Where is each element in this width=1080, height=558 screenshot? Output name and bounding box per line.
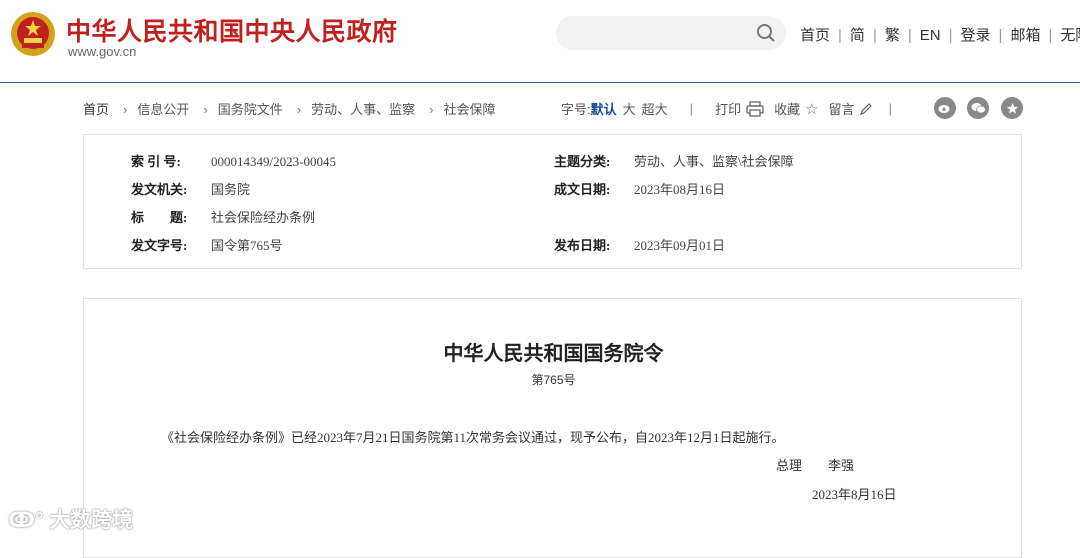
watermark-logo-icon: ↂ° (8, 509, 44, 532)
meta-issuer-label: 发文机关: (131, 182, 188, 197)
breadcrumb-info[interactable]: 信息公开 (137, 102, 189, 117)
page-tools: 字号: 默认 大 超大 | 打印 收藏 ☆ 留言 | (561, 99, 892, 118)
document-paragraph: 《社会保险经办条例》已经2023年7月21日国务院第11次常务会议通过，现予公布… (161, 430, 785, 445)
nav-traditional[interactable]: 繁 (885, 27, 900, 44)
nav-english[interactable]: EN (920, 27, 941, 44)
nav-separator: | (838, 27, 842, 44)
weibo-icon (938, 105, 950, 113)
signer-title: 总理 (776, 458, 803, 473)
nav-login[interactable]: 登录 (961, 27, 991, 44)
wechat-icon (971, 103, 986, 114)
meta-written-date: 成文日期: 2023年08月16日 (554, 179, 725, 198)
favorite-share-icon[interactable] (1001, 97, 1023, 119)
signer-name: 李强 (828, 458, 855, 473)
document-heading: 中华人民共和国国务院令 (443, 343, 664, 365)
national-emblem-icon[interactable] (10, 11, 56, 57)
document-body: 中华人民共和国国务院令 第765号 《社会保险经办条例》已经2023年7月21日… (83, 298, 1022, 558)
top-nav: 首页 | 简 | 繁 | EN | 登录 | 邮箱 | 无障 (800, 24, 1080, 45)
chevron-right-icon: › (429, 102, 434, 117)
tool-separator: | (888, 101, 892, 116)
nav-home[interactable]: 首页 (800, 27, 830, 44)
search-input[interactable] (556, 16, 786, 50)
chevron-right-icon: › (123, 102, 128, 117)
meta-topic: 主题分类: 劳动、人事、监察\社会保障 (554, 151, 794, 170)
wechat-share-icon[interactable] (967, 97, 989, 119)
meta-published-value: 2023年09月01日 (634, 238, 726, 253)
site-url: www.gov.cn (68, 44, 137, 59)
nav-separator: | (998, 27, 1003, 44)
nav-accessibility[interactable]: 无障 (1060, 27, 1080, 44)
meta-written-label: 成文日期: (554, 182, 611, 197)
meta-docno: 发文字号: 国令第765号 (131, 235, 283, 254)
document-signature: 总理 李强 (776, 455, 854, 474)
font-large-button[interactable]: 大 (623, 99, 636, 118)
chevron-right-icon: › (296, 102, 302, 117)
breadcrumb-labor[interactable]: 劳动、人事、监察 (311, 102, 415, 117)
breadcrumb: 首页 › 信息公开 › 国务院文件 › 劳动、人事、监察 › 社会保障 (83, 99, 495, 118)
breadcrumb-home[interactable]: 首页 (83, 102, 109, 117)
meta-published-date: 发布日期: 2023年09月01日 (554, 235, 725, 254)
nav-separator: | (872, 27, 877, 44)
document-number: 第765号 (531, 373, 576, 387)
weibo-share-icon[interactable] (934, 97, 956, 119)
star-icon[interactable]: ☆ (805, 100, 818, 118)
breadcrumb-social[interactable]: 社会保障 (443, 102, 495, 117)
meta-title-label: 标 题: (131, 210, 188, 225)
nav-separator: | (907, 27, 912, 44)
printer-icon[interactable] (746, 100, 764, 117)
meta-published-label: 发布日期: (554, 238, 611, 253)
nav-separator: | (1048, 27, 1053, 44)
header-divider (0, 82, 1080, 83)
nav-simplified[interactable]: 简 (850, 27, 865, 44)
breadcrumb-docs[interactable]: 国务院文件 (218, 102, 283, 117)
meta-title: 标 题: 社会保险经办条例 (131, 207, 315, 226)
meta-issuer-value: 国务院 (211, 182, 251, 197)
font-size-label: 字号: (561, 102, 591, 117)
meta-index: 索 引 号: 000014349/2023-00045 (131, 151, 336, 170)
meta-title-value: 社会保险经办条例 (211, 210, 316, 225)
meta-issuer: 发文机关: 国务院 (131, 179, 250, 198)
nav-mail[interactable]: 邮箱 (1010, 27, 1040, 44)
meta-index-value: 000014349/2023-00045 (211, 154, 336, 169)
meta-topic-value: 劳动、人事、监察\社会保障 (634, 154, 794, 169)
favorite-button[interactable]: 收藏 (774, 99, 800, 118)
font-xlarge-button[interactable]: 超大 (642, 99, 668, 118)
pencil-icon[interactable] (859, 102, 873, 116)
meta-written-value: 2023年08月16日 (634, 182, 726, 197)
meta-index-label: 索 引 号: (131, 154, 181, 169)
search-icon[interactable] (756, 23, 776, 43)
site-title[interactable]: 中华人民共和国中央人民政府 (66, 12, 398, 48)
document-meta: 索 引 号: 000014349/2023-00045 主题分类: 劳动、人事、监察… (83, 134, 1022, 269)
print-button[interactable]: 打印 (715, 99, 741, 118)
meta-docno-value: 国令第765号 (211, 238, 283, 253)
site-header: 中华人民共和国中央人民政府 www.gov.cn 首页 | 简 | 繁 | EN | 登录 | 邮箱… (0, 0, 1080, 82)
nav-separator: | (948, 27, 953, 44)
chevron-right-icon: › (203, 102, 208, 117)
comment-button[interactable]: 留言 (829, 99, 855, 118)
document-date: 2023年8月16日 (812, 487, 897, 502)
watermark-text: 大数跨境 (49, 509, 134, 532)
star-icon (1006, 102, 1018, 114)
meta-topic-label: 主题分类: (554, 154, 611, 169)
tool-separator: | (689, 101, 694, 116)
font-default-button[interactable]: 默认 (591, 99, 617, 118)
watermark: ↂ° 大数跨境 (8, 504, 133, 534)
meta-docno-label: 发文字号: (131, 238, 188, 253)
